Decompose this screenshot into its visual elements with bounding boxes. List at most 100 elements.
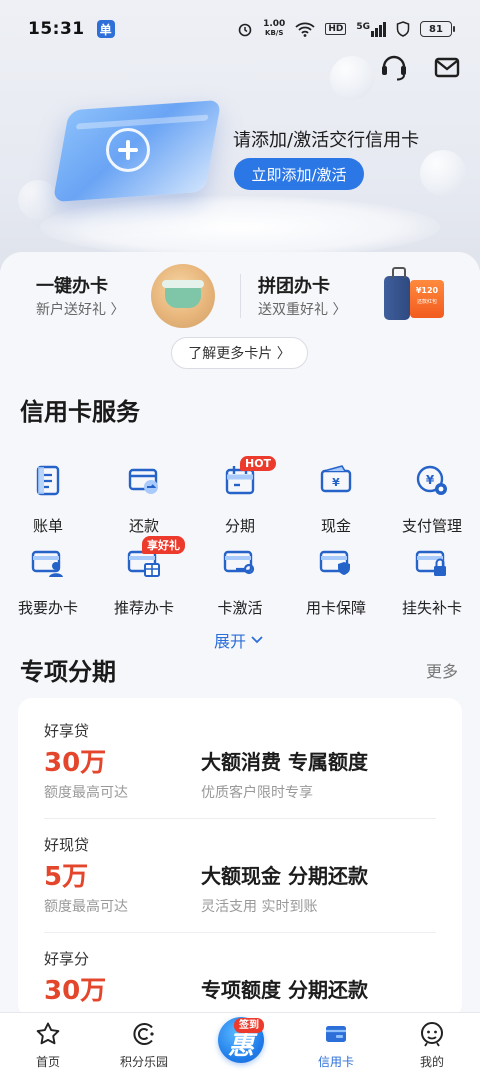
service-label: 用卡保障 [305,599,366,617]
service-label: 还款 [128,517,159,535]
suitcase-coupon-image: ¥120 还款红包 [380,266,446,322]
decor-bubble [420,150,466,196]
decor-bubble [330,56,374,100]
service-apply-card[interactable]: 我要办卡 [0,544,96,617]
expand-services-button[interactable]: 展开 [214,628,264,652]
tab-label: 我的 [419,1055,444,1069]
alarm-icon [238,23,252,37]
profile-icon [421,1022,443,1047]
checkin-badge: 签到 [234,1018,264,1033]
payment-settings-icon: ¥ [416,465,447,495]
loan-amount: 30万 [44,976,107,1006]
installment-item[interactable]: 好享贷 30万 额度最高可达 大额消费 专属额度 优质客户限时专享 [44,720,436,810]
net-speed-value: 1.00 [263,19,286,29]
mail-icon[interactable] [434,52,460,82]
promo-subtitle: 送双重好礼 〉 [258,302,347,318]
service-label: 支付管理 [401,517,462,535]
loan-feature: 大额现金 分期还款 [201,864,368,888]
cell-signal-icon: 5G [356,21,386,37]
installment-list: 好享贷 30万 额度最高可达 大额消费 专属额度 优质客户限时专享 好现贷 5万… [18,698,462,1018]
tab-label: 首页 [35,1055,60,1069]
loan-description: 灵活支用 实时到账 [201,899,318,915]
tab-points-park[interactable]: 积分乐园 [96,1013,192,1073]
installment-item[interactable]: 好现贷 5万 额度最高可达 大额现金 分期还款 灵活支用 实时到账 [44,834,436,924]
service-label: 挂失补卡 [401,599,462,617]
coupon-caption: 还款红包 [416,299,437,305]
learn-more-cards-button[interactable]: 了解更多卡片 〉 [171,337,308,369]
service-installment[interactable]: 分期 HOT [192,456,288,535]
credit-card-icon [326,1026,346,1042]
tab-label: 信用卡 [317,1055,354,1069]
loan-feature: 大额消费 专属额度 [201,750,368,774]
hero-stage [40,196,440,258]
promo-subtitle: 新户送好礼 〉 [36,302,125,318]
expand-label: 展开 [214,632,247,651]
service-label: 现金 [320,517,351,535]
divider [44,818,436,819]
service-label: 分期 [224,517,255,535]
header-actions [380,52,460,82]
hot-badge: HOT [240,456,277,471]
coupon-value: ¥120 [415,286,439,295]
status-time: 15:31 [28,19,85,39]
svg-text:¥: ¥ [332,476,340,489]
service-label: 推荐办卡 [113,599,174,617]
chevron-down-icon [251,636,263,644]
network-type: 5G [356,21,370,32]
shield-status-icon [396,21,410,37]
loan-description: 优质客户限时专享 [201,785,313,801]
service-lost-card[interactable]: 挂失补卡 [384,544,480,617]
hero-title: 请添加/激活交行信用卡 [233,130,420,151]
bill-icon [36,465,60,496]
loan-amount: 5万 [44,862,89,892]
points-icon [133,1023,154,1045]
service-cash[interactable]: ¥ 现金 [288,462,384,535]
loan-feature: 专项额度 分期还款 [201,978,368,1002]
service-label: 我要办卡 [17,599,78,617]
loan-note: 额度最高可达 [44,785,128,801]
net-speed: 1.00 KB/S [263,20,285,38]
apply-card-icon [31,550,63,577]
net-speed-unit: KB/S [265,29,284,37]
gift-badge: 享好礼 [142,536,185,554]
service-recommend-card[interactable]: 推荐办卡 享好礼 [96,536,192,617]
star-icon [36,1022,60,1045]
service-label: 卡激活 [217,599,263,617]
loan-note: 额度最高可达 [44,899,128,915]
service-repay[interactable]: 还款 [96,462,192,535]
installments-title: 专项分期 [20,658,116,686]
service-label: 账单 [32,517,63,535]
tab-credit-card[interactable]: 信用卡 [288,1013,384,1073]
decor-bubble [18,180,58,220]
tab-label: 积分乐园 [119,1055,168,1069]
installment-item[interactable]: 好享分 30万 专项额度 分期还款 [44,948,436,1018]
loan-name: 好享贷 [44,722,90,740]
loan-name: 好享分 [44,950,90,968]
status-bar: 15:31 单 1.00 KB/S HD 5G 81 [0,0,480,58]
service-payment-management[interactable]: ¥ 支付管理 [384,462,480,535]
service-bill[interactable]: 账单 [0,462,96,535]
services-title: 信用卡服务 [20,398,140,426]
loan-amount: 30万 [44,748,107,778]
service-card-protection[interactable]: 用卡保障 [288,544,384,617]
promo-title: 拼团办卡 [258,276,330,297]
loan-name: 好现贷 [44,836,90,854]
wifi-icon [295,22,315,37]
service-card-activate[interactable]: 卡激活 [192,544,288,617]
installments-more-link[interactable]: 更多 [426,658,458,682]
repay-icon [128,468,158,494]
lost-card-icon [415,550,446,576]
add-activate-button[interactable]: 立即添加/激活 [234,158,364,190]
divider [44,932,436,933]
coupon-badge: ¥120 还款红包 [410,280,444,318]
promo-title: 一键办卡 [36,276,108,297]
cash-icon: ¥ [320,465,352,493]
tab-profile[interactable]: 我的 [384,1013,480,1073]
promo-divider [240,274,241,318]
tab-home[interactable]: 首页 [0,1013,96,1073]
card-activate-icon [223,550,255,575]
svg-text:¥: ¥ [426,473,435,487]
headset-icon[interactable] [380,52,408,82]
hd-badge: HD [325,23,347,35]
card-protect-icon [319,550,350,575]
